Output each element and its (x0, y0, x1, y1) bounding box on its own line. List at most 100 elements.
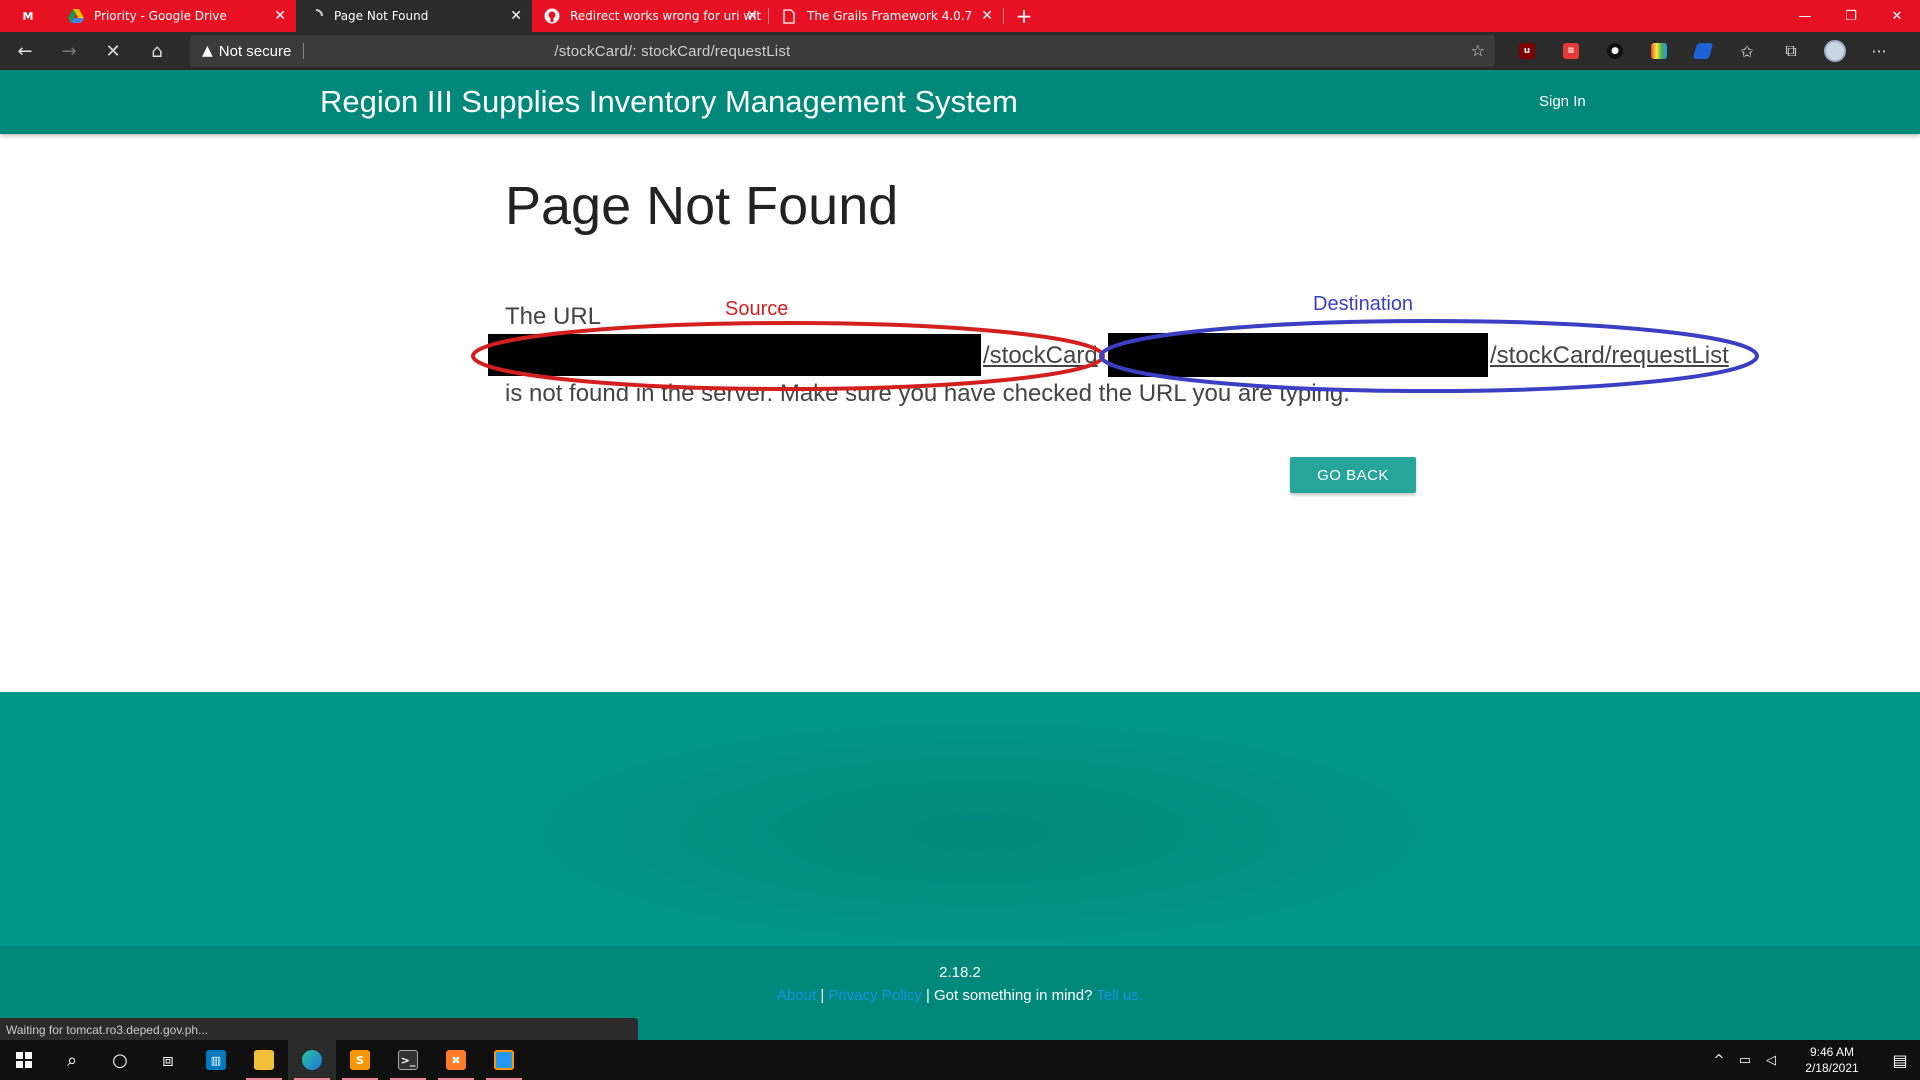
tell-us-link[interactable]: Tell us. (1096, 987, 1143, 1004)
extension-blue[interactable] (1681, 43, 1725, 59)
xampp-icon: ✖ (446, 1050, 466, 1070)
close-window-icon[interactable]: ✕ (1874, 0, 1920, 32)
clock-time: 9:46 AM (1809, 1045, 1855, 1059)
loading-spinner-icon (308, 8, 324, 24)
close-tab-icon[interactable]: ✕ (981, 8, 993, 24)
red-extension-icon: ≡ (1563, 43, 1579, 59)
minimize-icon[interactable]: — (1782, 0, 1828, 32)
notification-icon[interactable]: ▤ (1880, 1051, 1920, 1070)
trello-icon: ▥ (206, 1050, 226, 1070)
search-icon: ⌕ (66, 1049, 78, 1071)
extension-color[interactable] (1637, 43, 1681, 59)
error-message-suffix: is not found in the server. Make sure yo… (505, 380, 1350, 407)
close-tab-icon[interactable]: ✕ (746, 8, 758, 24)
taskbar-clock[interactable]: 9:46 AM 2/18/2021 (1792, 1044, 1872, 1076)
new-tab-button[interactable]: + (1008, 0, 1040, 32)
url-text[interactable]: /stockCard/: stockCard/requestList (554, 43, 790, 60)
extensions-area: u ≡ ● ✩ ⧉ ··· (1505, 32, 1901, 70)
taskbar-terminal[interactable]: >_ (384, 1040, 432, 1080)
document-icon (781, 8, 797, 24)
extension-red[interactable]: ≡ (1549, 43, 1593, 59)
window-controls: — ❐ ✕ (1782, 0, 1920, 32)
network-icon[interactable]: ▭ (1734, 1053, 1756, 1068)
destination-annotation-label: Destination (1313, 293, 1414, 315)
windows-taskbar: ⌕ ○ ⧈ ▥ S >_ ✖ ^ ▭ ◁ 9:46 AM 2/18/2021 ▤ (0, 1040, 1920, 1080)
footer-separator: | (921, 987, 935, 1004)
about-link[interactable]: About (777, 987, 816, 1004)
cortana-icon: ○ (112, 1049, 128, 1071)
extension-dark[interactable]: ● (1593, 43, 1637, 59)
favorites-icon: ✩ (1740, 41, 1754, 61)
footer-separator: | (816, 987, 829, 1004)
color-extension-icon (1651, 43, 1667, 59)
taskbar-trello[interactable]: ▥ (192, 1040, 240, 1080)
volume-icon[interactable]: ◁ (1760, 1053, 1782, 1068)
taskbar-file-explorer[interactable] (240, 1040, 288, 1080)
folder-icon (254, 1050, 274, 1070)
privacy-policy-link[interactable]: Privacy Policy (828, 987, 921, 1004)
system-tray: ^ ▭ ◁ 9:46 AM 2/18/2021 ▤ (1706, 1040, 1920, 1080)
sign-in-link[interactable]: Sign In (1539, 93, 1586, 110)
cortana-button[interactable]: ○ (96, 1040, 144, 1080)
clock-date: 2/18/2021 (1805, 1061, 1859, 1075)
add-favorite-icon[interactable]: ☆ (1471, 41, 1485, 60)
close-tab-icon[interactable]: ✕ (510, 8, 522, 24)
destination-url-path[interactable]: /stockCard/requestList (1490, 342, 1729, 370)
taskbar-xampp[interactable]: ✖ (432, 1040, 480, 1080)
dark-extension-icon: ● (1607, 43, 1623, 59)
error-message-prefix: The URL (505, 303, 602, 330)
tab-title: The Grails Framework 4.0.7 (807, 9, 973, 23)
back-arrow-icon[interactable]: ← (6, 35, 44, 67)
taskbar-sublime[interactable]: S (336, 1040, 384, 1080)
ublock-extension[interactable]: u (1505, 43, 1549, 59)
tab-gmail[interactable]: M (0, 0, 56, 32)
address-bar[interactable]: ▲ Not secure /stockCard/: stockCard/requ… (190, 35, 1495, 67)
collections-button[interactable]: ⧉ (1769, 41, 1813, 61)
task-view-button[interactable]: ⧈ (144, 1040, 192, 1080)
task-view-icon: ⧈ (162, 1049, 174, 1071)
tab-title: Redirect works wrong for uri wit (570, 9, 762, 23)
settings-menu-button[interactable]: ··· (1857, 42, 1901, 61)
stop-loading-icon[interactable]: ✕ (94, 35, 132, 67)
tab-google-drive[interactable]: Priority - Google Drive ✕ (56, 0, 296, 32)
tab-github-redirect[interactable]: Redirect works wrong for uri wit ✕ (532, 0, 768, 32)
sublime-text-icon: S (350, 1050, 370, 1070)
tab-grails-docs[interactable]: The Grails Framework 4.0.7 ✕ (769, 0, 1003, 32)
restore-icon[interactable]: ❐ (1828, 0, 1874, 32)
chevron-up-icon[interactable]: ^ (1708, 1053, 1730, 1068)
terminal-icon: >_ (398, 1050, 418, 1070)
browser-status-bar: Waiting for tomcat.ro3.deped.gov.ph... (0, 1018, 638, 1040)
more-options-icon: ··· (1871, 41, 1887, 61)
profile-button[interactable] (1813, 40, 1857, 62)
app-version: 2.18.2 (939, 964, 981, 981)
start-button[interactable] (0, 1040, 48, 1080)
app-window-icon (494, 1050, 514, 1070)
taskbar-app-orange[interactable] (480, 1040, 528, 1080)
security-indicator[interactable]: Not secure (219, 43, 292, 60)
feedback-prompt: Got something in mind? (934, 987, 1097, 1004)
close-tab-icon[interactable]: ✕ (274, 8, 286, 24)
blue-extension-icon (1692, 43, 1714, 59)
source-url-path[interactable]: /stockCard (983, 342, 1098, 370)
go-back-button[interactable]: GO BACK (1290, 457, 1416, 493)
taskbar-edge[interactable] (288, 1040, 336, 1080)
source-annotation-label: Source (725, 298, 789, 320)
footer-blurred-content (520, 717, 1440, 947)
tab-title: Page Not Found (334, 9, 429, 23)
home-icon[interactable]: ⌂ (138, 35, 176, 67)
redacted-source-host (488, 334, 981, 376)
warning-icon[interactable]: ▲ (202, 43, 213, 59)
footer-links: About | Privacy Policy | Got something i… (0, 987, 1920, 1004)
favorites-button[interactable]: ✩ (1725, 42, 1769, 61)
ublock-icon: u (1519, 43, 1535, 59)
collections-icon: ⧉ (1785, 41, 1797, 60)
tab-title: Priority - Google Drive (94, 9, 227, 23)
redacted-destination-host (1108, 333, 1488, 377)
browser-toolbar: ← → ✕ ⌂ ▲ Not secure /stockCard/: stockC… (0, 32, 1920, 70)
app-brand[interactable]: Region III Supplies Inventory Management… (320, 84, 1018, 120)
windows-logo-icon (16, 1052, 32, 1068)
search-button[interactable]: ⌕ (48, 1040, 96, 1080)
forward-arrow-icon[interactable]: → (50, 35, 88, 67)
github-icon (544, 8, 560, 24)
tab-page-not-found[interactable]: Page Not Found ✕ (296, 0, 532, 32)
